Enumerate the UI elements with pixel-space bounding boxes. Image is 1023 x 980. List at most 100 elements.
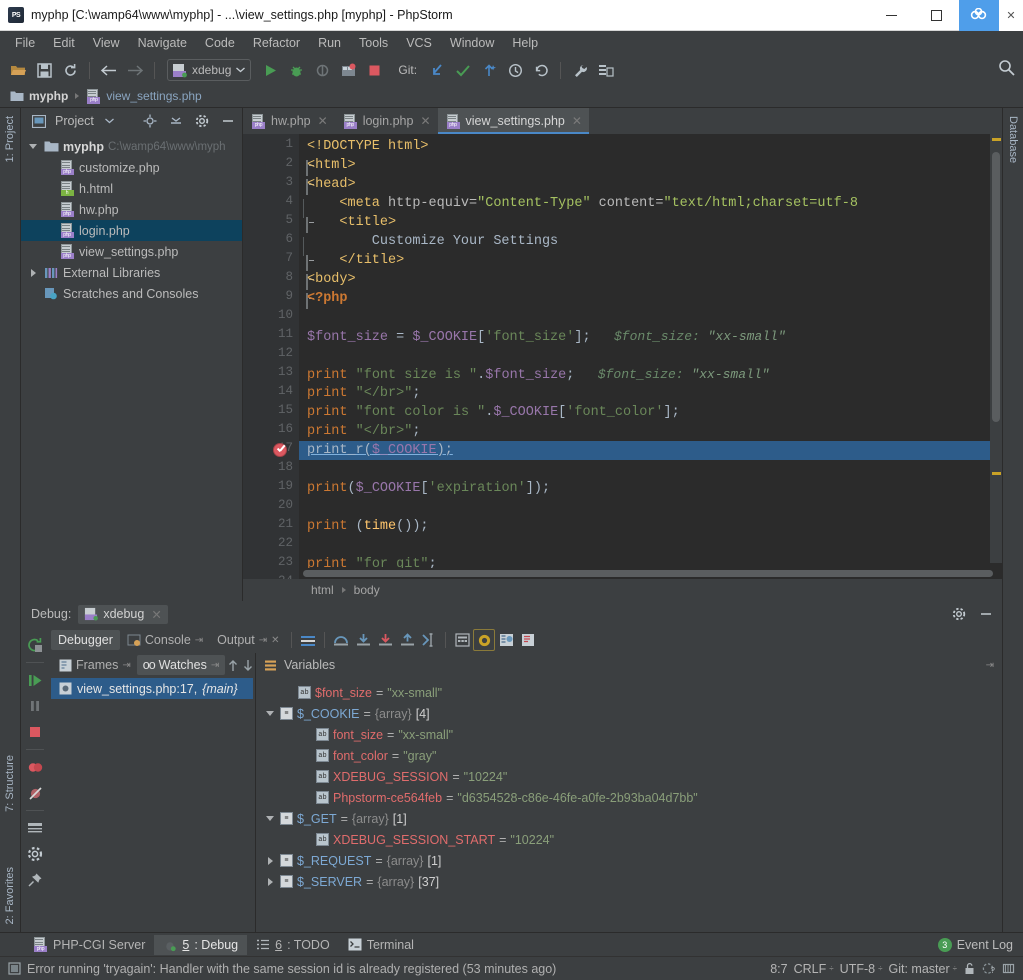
tree-item-hw-php[interactable]: php hw.php xyxy=(21,199,242,220)
menu-run[interactable]: Run xyxy=(309,34,350,52)
pin-icon[interactable]: ⇥ xyxy=(211,660,219,671)
pause-button[interactable] xyxy=(23,694,47,718)
variable-row[interactable]: ab XDEBUG_SESSION = "10224" xyxy=(256,766,1002,787)
gutter-line-18[interactable]: 18 xyxy=(243,460,299,479)
code-line-3[interactable]: <head> xyxy=(299,175,1002,194)
gutter-line-8[interactable]: 8 xyxy=(243,270,308,290)
gutter-line-24[interactable]: 24 xyxy=(243,574,299,579)
hide-panel-button[interactable] xyxy=(218,111,238,131)
mute-breakpoints-toggle[interactable] xyxy=(473,629,496,651)
tree-item-view-settings-php[interactable]: php view_settings.php xyxy=(21,241,242,262)
debug-disabled-button[interactable] xyxy=(310,58,334,82)
code-line-10[interactable] xyxy=(299,308,1002,327)
search-everywhere-button[interactable] xyxy=(998,59,1015,79)
step-into-button[interactable] xyxy=(352,629,374,651)
breadcrumb-project[interactable]: myphp xyxy=(10,89,68,103)
inspection-icon[interactable]: ? xyxy=(982,962,996,975)
code-line-7[interactable]: </title> xyxy=(299,251,1002,270)
toolwindow-php-cgi-server[interactable]: php PHP-CGI Server xyxy=(24,934,154,955)
navigate-forward-button[interactable] xyxy=(123,58,147,82)
evaluate-expression-button[interactable] xyxy=(451,629,473,651)
code-line-22[interactable] xyxy=(299,536,1002,555)
variable-row[interactable]: ab XDEBUG_SESSION_START = "10224" xyxy=(256,829,1002,850)
variable-row[interactable]: ≡ $_REQUEST = {array} [1] xyxy=(256,850,1002,871)
coverage-button[interactable] xyxy=(336,58,360,82)
tree-item-scratches-and-consoles[interactable]: Scratches and Consoles xyxy=(21,283,242,304)
code-line-5[interactable]: <title> xyxy=(299,213,1002,232)
breadcrumb-body[interactable]: body xyxy=(354,583,380,597)
editor-tab-login-php[interactable]: php login.php ✕ xyxy=(335,108,438,134)
code-line-11[interactable]: $font_size = $_COOKIE['font_size']; $fon… xyxy=(299,327,1002,346)
gutter-line-7[interactable]: 7 xyxy=(243,251,308,271)
code-line-9[interactable]: <?php xyxy=(299,289,1002,308)
gutter-line-12[interactable]: 12 xyxy=(243,346,299,365)
code-line-16[interactable]: print "</br>"; xyxy=(299,422,1002,441)
breadcrumb-html[interactable]: html xyxy=(311,583,334,597)
view-breakpoints-button[interactable] xyxy=(23,755,47,779)
debug-settings-button[interactable] xyxy=(949,604,969,624)
settings-button[interactable] xyxy=(568,58,592,82)
git-branch[interactable]: Git: master ÷ xyxy=(888,962,957,976)
code-line-14[interactable]: print "</br>"; xyxy=(299,384,1002,403)
gutter-line-6[interactable]: 6 xyxy=(243,232,304,256)
gutter-line-11[interactable]: 11 xyxy=(243,327,299,346)
debug-more-button[interactable] xyxy=(517,629,539,651)
chevron-down-icon[interactable] xyxy=(27,144,39,149)
editor-horizontal-scrollbar[interactable] xyxy=(299,568,993,579)
menu-vcs[interactable]: VCS xyxy=(397,34,441,52)
code-line-20[interactable] xyxy=(299,498,1002,517)
code-text[interactable]: <!DOCTYPE html> <html> <head> <meta http-e… xyxy=(299,134,1002,579)
gutter-line-4[interactable]: 4 xyxy=(243,194,304,218)
menu-refactor[interactable]: Refactor xyxy=(244,34,309,52)
close-icon[interactable]: ✕ xyxy=(318,114,328,128)
gutter-line-13[interactable]: 13 xyxy=(243,365,299,384)
debug-settings-gear-button[interactable] xyxy=(23,842,47,866)
tab-output[interactable]: Output ⇥ ✕ xyxy=(210,630,286,650)
view-breakpoints-list-button[interactable] xyxy=(495,629,517,651)
close-icon[interactable]: ✕ xyxy=(572,114,582,128)
line-separator[interactable]: CRLF ÷ xyxy=(794,962,834,976)
variable-row[interactable]: ab $font_size = "xx-small" xyxy=(256,682,1002,703)
run-configuration-selector[interactable]: xdebug xyxy=(167,59,252,81)
gutter-line-20[interactable]: 20 xyxy=(243,498,299,517)
marker-warning[interactable] xyxy=(992,138,1001,141)
git-push-button[interactable] xyxy=(477,58,501,82)
hscroll-thumb[interactable] xyxy=(303,570,993,577)
variable-row[interactable]: ≡ $_COOKIE = {array} [4] xyxy=(256,703,1002,724)
gutter-line-22[interactable]: 22 xyxy=(243,536,299,555)
gutter-line-1[interactable]: 1 xyxy=(243,137,299,156)
frame-row[interactable]: view_settings.php:17, {main} xyxy=(51,678,253,699)
menu-help[interactable]: Help xyxy=(503,34,547,52)
pin-icon[interactable]: ⇥ xyxy=(259,635,267,646)
show-execution-point-button[interactable] xyxy=(297,629,319,651)
tree-item-customize-php[interactable]: php customize.php xyxy=(21,157,242,178)
stop-button[interactable] xyxy=(362,58,386,82)
memory-icon[interactable] xyxy=(1002,962,1015,975)
gutter-line-15[interactable]: 15 xyxy=(243,403,299,422)
file-encoding[interactable]: UTF-8 ÷ xyxy=(840,962,883,976)
chevron-down-icon[interactable] xyxy=(264,816,276,821)
status-message[interactable]: Error running 'tryagain': Handler with t… xyxy=(27,962,556,976)
mute-breakpoints-button[interactable] xyxy=(23,781,47,805)
code-line-8[interactable]: <body> xyxy=(299,270,1002,289)
git-update-button[interactable] xyxy=(425,58,449,82)
marker-warning-2[interactable] xyxy=(992,472,1001,475)
menu-code[interactable]: Code xyxy=(196,34,244,52)
gutter-line-23[interactable]: 23 xyxy=(243,555,299,574)
editor-vertical-scrollbar[interactable] xyxy=(990,134,1002,563)
breadcrumb-file[interactable]: php view_settings.php xyxy=(86,88,202,104)
rerun-button[interactable] xyxy=(23,633,47,657)
menu-window[interactable]: Window xyxy=(441,34,503,52)
menu-edit[interactable]: Edit xyxy=(44,34,84,52)
close-icon[interactable]: ✕ xyxy=(420,114,430,128)
variable-row[interactable]: ≡ $_GET = {array} [1] xyxy=(256,808,1002,829)
run-to-cursor-button[interactable] xyxy=(418,629,440,651)
editor-tab-view-settings-php[interactable]: php view_settings.php ✕ xyxy=(437,108,590,134)
project-dropdown-icon[interactable] xyxy=(100,111,120,131)
tab-watches[interactable]: oo Watches ⇥ xyxy=(136,655,226,675)
debug-session-tab[interactable]: xdebug ✕ xyxy=(78,604,168,624)
code-line-21[interactable]: print (time()); xyxy=(299,517,1002,536)
gutter-line-17[interactable]: 17 xyxy=(243,441,299,460)
maximize-button[interactable] xyxy=(914,0,959,31)
toolwindow-terminal[interactable]: Terminal xyxy=(339,935,423,955)
